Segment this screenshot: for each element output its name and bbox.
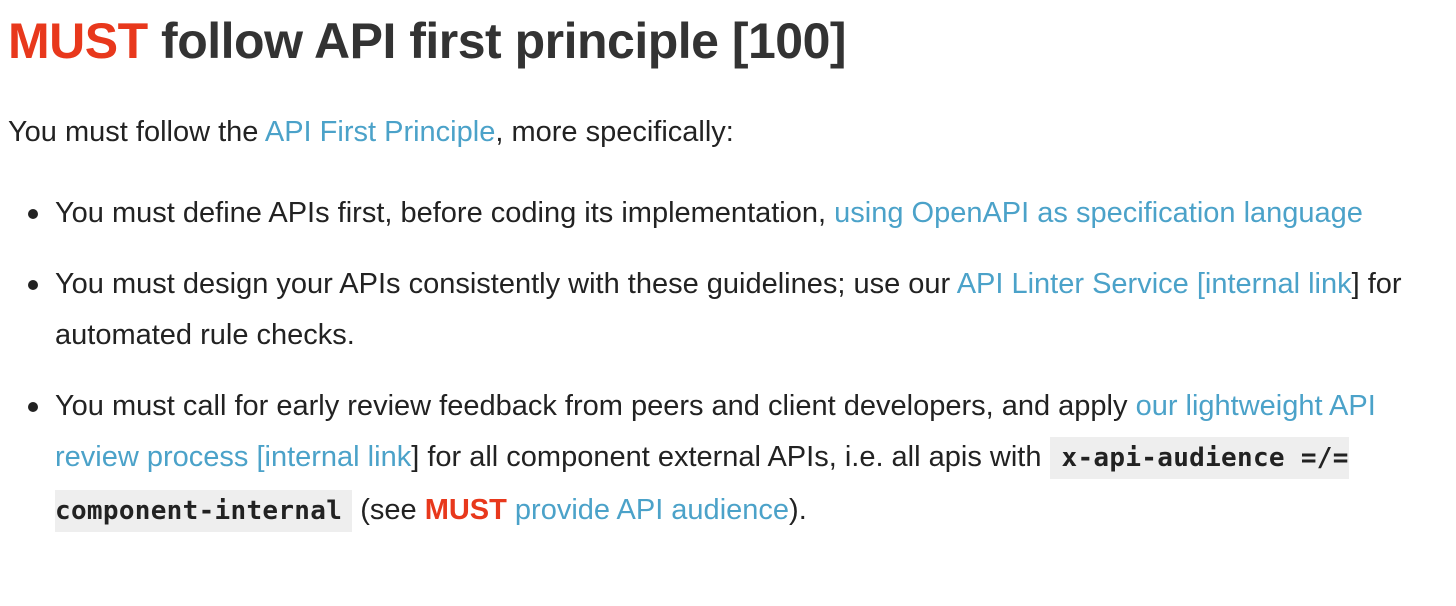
intro-text-after: , more specifically:: [495, 116, 734, 148]
provide-api-audience-text: provide API audience: [506, 493, 790, 526]
api-linter-service-link[interactable]: API Linter Service [internal link: [957, 268, 1352, 300]
list-item: You must design your APIs consistently w…: [8, 259, 1448, 362]
must-badge: MUST: [8, 13, 148, 69]
section-heading: MUST follow API first principle [100]: [8, 0, 1448, 72]
bullet-icon: [28, 279, 38, 290]
requirements-list: You must define APIs first, before codin…: [8, 188, 1448, 537]
bullet-icon: [28, 401, 38, 412]
intro-text-before: You must follow the: [8, 116, 265, 148]
close-text: ).: [789, 493, 807, 526]
heading-title: follow API first principle [100]: [147, 13, 847, 69]
intro-paragraph: You must follow the API First Principle,…: [8, 113, 1448, 151]
page: MUST follow API first principle [100] Yo…: [0, 0, 1456, 606]
api-first-principle-link[interactable]: API First Principle: [265, 116, 495, 148]
list-item: You must define APIs first, before codin…: [8, 188, 1448, 240]
item-text: You must call for early review feedback …: [55, 389, 1136, 422]
bullet-icon: [28, 209, 38, 219]
must-badge: MUST: [424, 493, 507, 526]
list-item: You must call for early review feedback …: [8, 381, 1448, 538]
item-text: You must design your APIs consistently w…: [55, 267, 957, 300]
item-text-mid: ] for all component external APIs, i.e. …: [411, 441, 1050, 473]
provide-api-audience-link[interactable]: MUST provide API audience: [425, 494, 789, 526]
openapi-specification-link[interactable]: using OpenAPI as specification language: [834, 197, 1363, 229]
item-text: You must define APIs first, before codin…: [55, 197, 835, 229]
see-open-text: (see: [352, 493, 425, 526]
